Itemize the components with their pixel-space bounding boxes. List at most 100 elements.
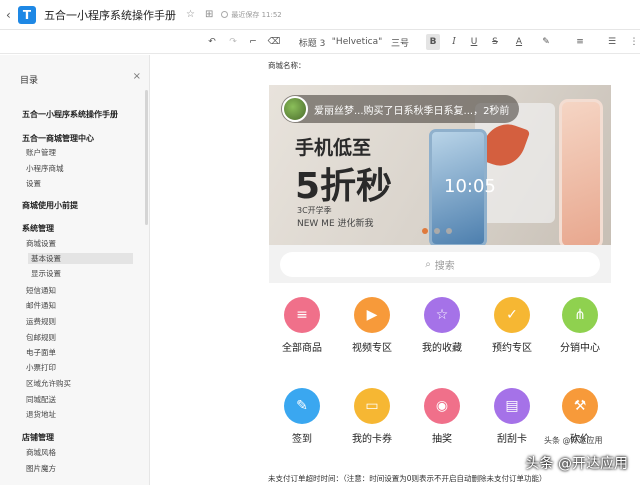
toc-scrollbar[interactable]	[145, 90, 148, 225]
close-icon[interactable]: ×	[133, 71, 141, 82]
grid-item-label: 全部商品	[282, 343, 322, 354]
shop-name-label: 商城名称：	[268, 61, 306, 70]
toc-item[interactable]: 商城设置	[26, 238, 56, 249]
avatar	[282, 96, 308, 122]
format-painter-icon[interactable]: ⌐	[246, 34, 260, 50]
grid-item-label: 我的收藏	[422, 343, 462, 354]
toc-item[interactable]: 运费规则	[26, 316, 56, 327]
promo-headline: 手机低至	[295, 137, 372, 159]
share-icon[interactable]: ⊞	[205, 9, 213, 20]
saved-check-icon	[221, 11, 229, 18]
unpaid-timeout-label: 未支付订单超时时间：（注意：时间设置为0则表示不开启自动删除未支付订单功能）	[268, 474, 547, 483]
toc-item[interactable]: 五合一小程序系统操作手册	[22, 109, 118, 120]
carousel-dot[interactable]	[434, 228, 440, 234]
toc-title: 目录	[20, 76, 39, 86]
heading-select[interactable]: 标题 3	[296, 34, 328, 50]
grid-item-label: 预约专区	[492, 343, 532, 354]
toc-item[interactable]: 图片魔方	[26, 463, 56, 474]
undo-icon[interactable]: ↶	[205, 34, 219, 50]
formatting-toolbar: ↶ ↷ ⌐ ⌫ 标题 3 "Helvetica" 三号 B I U S A ✎ …	[0, 30, 640, 54]
banner-image: 10:05 手机低至 5折秒 3C开学季 NEW ME 进化新我 爱丽丝梦...…	[269, 85, 611, 245]
promo-discount: 5折秒	[295, 166, 393, 207]
grid-item[interactable]: ▶ 视频专区	[342, 297, 402, 354]
pen-icon: ✎	[284, 388, 320, 424]
toc-item[interactable]: 商城风格	[26, 447, 56, 458]
carousel-dot[interactable]	[446, 228, 452, 234]
app-window: ‹ T 五合一小程序系统操作手册 ☆ ⊞ 最近保存 11:52 ↶ ↷ ⌐ ⌫ …	[0, 0, 640, 485]
title-bar: ‹ T 五合一小程序系统操作手册 ☆ ⊞ 最近保存 11:52	[0, 0, 640, 30]
clear-format-icon[interactable]: ⌫	[267, 34, 281, 50]
toc-item[interactable]: 邮件通知	[26, 300, 56, 311]
phone-image-pink	[559, 99, 603, 245]
bold-button[interactable]: B	[426, 34, 440, 50]
toc-item[interactable]: 电子面单	[26, 347, 56, 358]
watermark: 头条 @开达应用	[525, 456, 628, 472]
watermark-small: 头条 @开达应用	[544, 436, 603, 445]
star-icon[interactable]: ☆	[186, 9, 195, 20]
grid-item-label: 分销中心	[560, 343, 600, 354]
font-color-button[interactable]: A	[509, 34, 529, 50]
align-icon[interactable]: ≡	[570, 34, 590, 50]
toc-item[interactable]: 设置	[26, 178, 41, 189]
search-icon: ⌕	[425, 259, 431, 270]
italic-button[interactable]: I	[447, 34, 461, 50]
grid-item[interactable]: ✓ 预约专区	[482, 297, 542, 354]
strikethrough-button[interactable]: S	[488, 34, 502, 50]
toc-item[interactable]: 商城使用小前提	[22, 200, 78, 211]
grid-item[interactable]: ◉ 抽奖	[412, 388, 472, 445]
card-icon: ▭	[354, 388, 390, 424]
grid-item[interactable]: ☆ 我的收藏	[412, 297, 472, 354]
toc-sidebar: 目录 × 五合一小程序系统操作手册 五合一商城管理中心账户管理小程序商城设置商城使…	[0, 55, 150, 485]
search-placeholder: 搜索	[434, 261, 455, 272]
purchase-notice: 爱丽丝梦...购买了日系秋季日系复...，2秒前	[281, 95, 520, 123]
list-icon[interactable]: ☰	[602, 34, 622, 50]
document-title[interactable]: 五合一小程序系统操作手册	[44, 7, 176, 23]
underline-button[interactable]: U	[467, 34, 481, 50]
grid-item-label: 视频专区	[352, 343, 392, 354]
scratch-card-icon: ▤	[494, 388, 530, 424]
carousel-dot[interactable]	[422, 228, 428, 234]
grid-item[interactable]: ≡ 全部商品	[272, 297, 332, 354]
save-status-text: 最近保存 11:52	[231, 10, 282, 19]
network-icon: ⋔	[562, 297, 598, 333]
grid-item-label: 刮刮卡	[497, 434, 527, 445]
toc-item[interactable]: 基本设置	[28, 253, 133, 264]
more-icon[interactable]: ⋮	[628, 34, 640, 50]
toc-item[interactable]: 店铺管理	[22, 432, 54, 443]
grid-item[interactable]: ▤ 刮刮卡	[482, 388, 542, 445]
save-status: 最近保存 11:52	[221, 10, 282, 20]
search-input[interactable]: ⌕ 搜索	[280, 252, 600, 277]
promo-subtitle: 3C开学季	[297, 206, 332, 215]
lottery-icon: ◉	[424, 388, 460, 424]
toc-item[interactable]: 系统管理	[22, 223, 54, 234]
hammer-icon: ⚒	[562, 388, 598, 424]
grid-item[interactable]: ▭ 我的卡券	[342, 388, 402, 445]
font-family-select[interactable]: "Helvetica"	[332, 34, 382, 50]
promo-slogan: NEW ME 进化新我	[297, 219, 374, 229]
document-content: 商城名称： 10:05 手机低至 5折秒 3C开学季 NEW ME 进化新我 爱…	[214, 55, 640, 485]
video-icon: ▶	[354, 297, 390, 333]
toc-item[interactable]: 小程序商城	[26, 163, 64, 174]
app-logo-icon: T	[18, 5, 36, 24]
toc-item[interactable]: 区域允许购买	[26, 378, 71, 389]
toc-item[interactable]: 显示设置	[31, 268, 61, 279]
phone-clock: 10:05	[444, 176, 496, 197]
toc-item[interactable]: 小票打印	[26, 362, 56, 373]
toc-item[interactable]: 退货地址	[26, 409, 56, 420]
notice-text: 爱丽丝梦...购买了日系秋季日系复...，2秒前	[314, 105, 510, 117]
highlight-icon[interactable]: ✎	[536, 34, 556, 50]
redo-icon[interactable]: ↷	[226, 34, 240, 50]
toc-item[interactable]: 短信通知	[26, 285, 56, 296]
search-area: ⌕ 搜索	[269, 245, 611, 283]
toc-item[interactable]: 五合一商城管理中心	[22, 133, 94, 144]
toc-item[interactable]: 包邮规则	[26, 332, 56, 343]
calendar-check-icon: ✓	[494, 297, 530, 333]
font-size-select[interactable]: 三号	[386, 34, 414, 50]
toc-item[interactable]: 账户管理	[26, 147, 56, 158]
back-icon[interactable]: ‹	[6, 8, 16, 22]
toc-item[interactable]: 同城配送	[26, 394, 56, 405]
grid-item-label: 抽奖	[432, 434, 452, 445]
grid-item[interactable]: ✎ 签到	[272, 388, 332, 445]
grid-item-label: 我的卡券	[352, 434, 392, 445]
grid-item[interactable]: ⋔ 分销中心	[550, 297, 610, 354]
